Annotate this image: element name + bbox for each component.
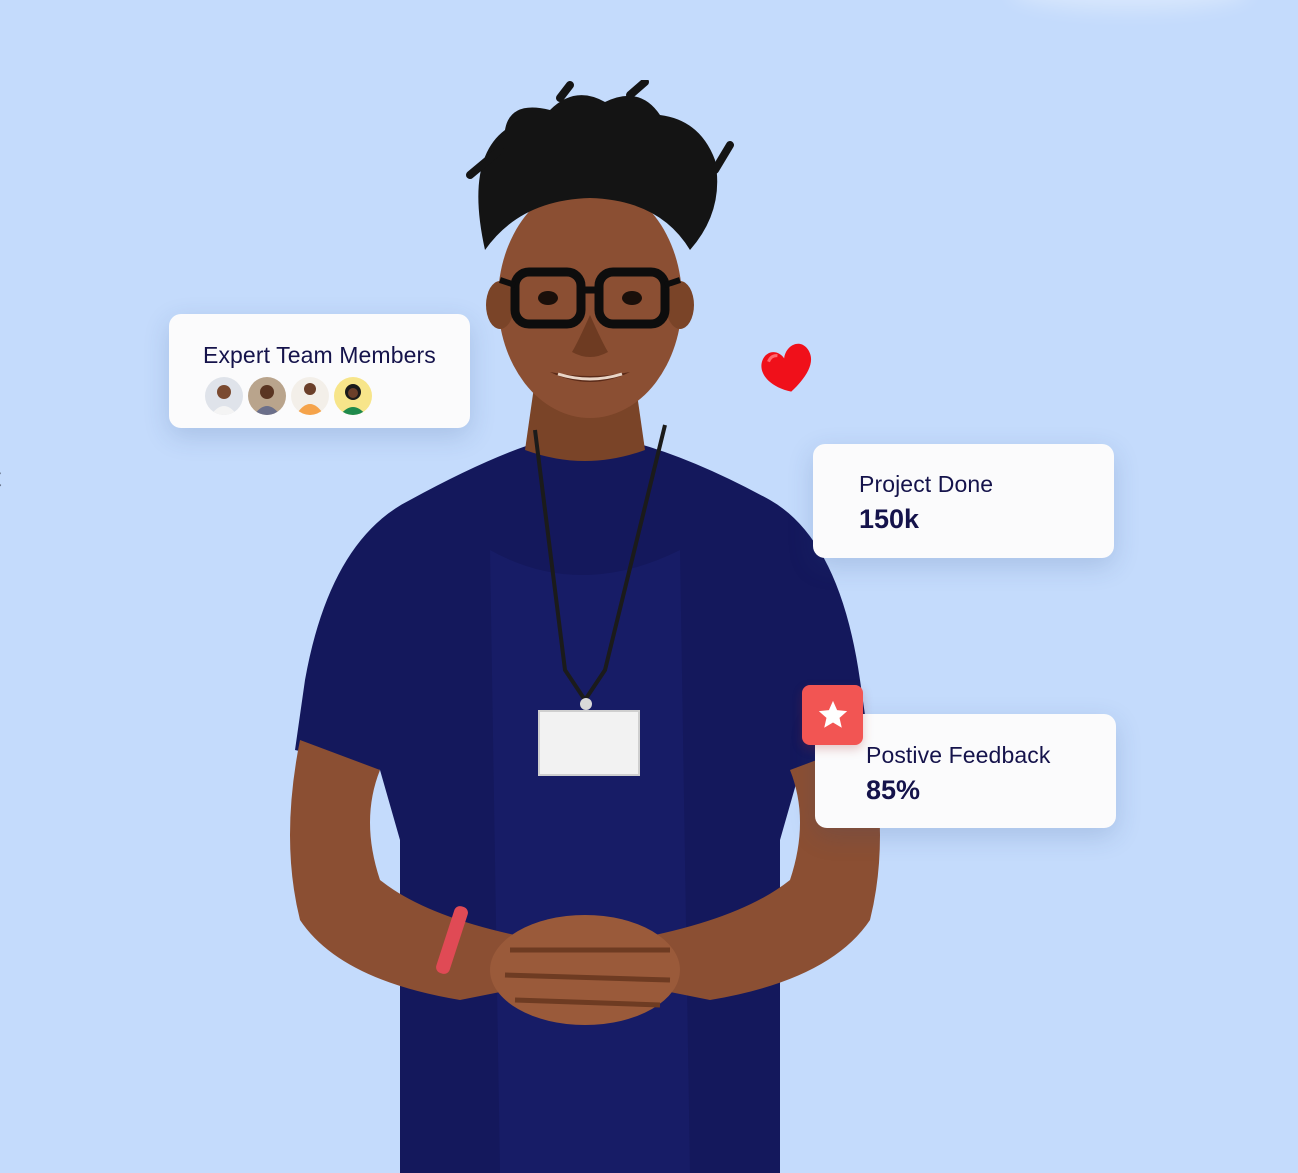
team-members-title: Expert Team Members <box>203 342 436 368</box>
cropped-text-fragment: t <box>0 462 1 493</box>
project-done-card: Project Done 150k <box>813 444 1114 558</box>
hero-person-image <box>290 80 880 1173</box>
background-glow <box>1010 0 1250 10</box>
star-badge <box>802 685 863 745</box>
avatar <box>332 375 374 417</box>
project-done-value: 150k <box>859 504 920 534</box>
positive-feedback-title: Postive Feedback <box>866 742 1051 768</box>
project-done-title: Project Done <box>859 471 994 497</box>
avatar <box>203 375 245 417</box>
positive-feedback-value: 85% <box>866 775 921 805</box>
team-avatar-group <box>203 375 470 417</box>
avatar <box>246 375 288 417</box>
star-icon <box>818 700 847 728</box>
avatar <box>289 375 331 417</box>
heart-icon <box>761 343 811 392</box>
team-members-card: Expert Team Members <box>169 314 470 428</box>
hero-stage: t <box>0 0 1298 1173</box>
